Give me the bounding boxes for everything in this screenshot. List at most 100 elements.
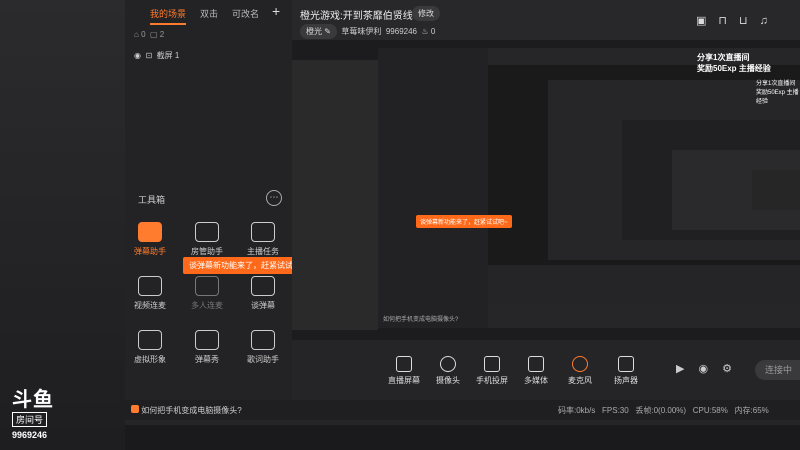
left-margin [0,0,125,450]
speaker-button[interactable]: 扬声器 [604,356,648,386]
camera-button[interactable]: 摄像头 [426,356,470,386]
nested-notice: 分享1次直播间 奖励50Exp 主播经验 [756,78,800,105]
avatar-icon [138,330,162,350]
mobile-cast-button[interactable]: 手机投屏 [470,356,514,386]
pencil-icon[interactable]: ✎ [324,27,331,36]
tool-label: 主播任务 [247,247,279,256]
start-stream-button[interactable]: 连接中 [755,360,800,380]
tab-my-scene[interactable]: 我的场景 [150,7,187,25]
preview-content [292,40,800,340]
edit-title-button[interactable]: 修改 [412,6,440,21]
tool-lyrics[interactable]: 歌词助手 [236,330,290,365]
lock-icon[interactable]: ⊡ [145,51,152,60]
scene-count-a: 0 [141,30,146,39]
task-icon [251,222,275,242]
tab-double-click[interactable]: 双击 [200,7,218,25]
nested-notice-line2: 奖励50Exp 主播经验 [756,90,799,105]
tool-label: 扬声器 [614,376,638,385]
memory-usage: 内存:65% [734,406,769,415]
nested-notice-line1: 分享1次直播间 [756,81,796,87]
header-icons: ▣⊓⊔♫ [696,14,780,27]
tool-danmu[interactable]: 弹幕助手 [123,222,177,257]
lock-icon[interactable]: ⊓ [718,15,739,27]
speaker-icon [618,356,634,372]
speaker-small-icon [131,405,139,413]
monitor-icon [396,356,412,372]
category-name: 橙光 [306,27,322,36]
fire-icon: ♨ [421,27,429,36]
bell-icon[interactable]: ♫ [760,15,780,27]
tool-label: 弹幕秀 [195,355,219,364]
tool-label: 手机投屏 [476,376,508,385]
settings-icon[interactable]: ⚙ [722,363,746,375]
video-link-icon [138,276,162,296]
nested-tip-text: 谈弹幕新功能来了，赶紧试试吧~ [420,220,508,226]
tool-label: 多人连麦 [191,301,223,310]
tool-label: 弹幕助手 [134,247,166,256]
notice-line1: 分享1次直播间 [697,53,750,62]
status-hint[interactable]: 如何把手机变成电脑摄像头? [131,405,242,416]
eye-icon[interactable]: ◉ [134,51,141,60]
nested-tip: 谈弹幕新功能来了，赶紧试试吧~ [416,215,512,228]
stream-preview [292,40,800,340]
tab-rename[interactable]: 可改名 [232,7,259,25]
tool-video-link[interactable]: 视频连麦 [123,276,177,311]
add-scene-icon[interactable]: + [272,3,280,19]
user-icon [195,222,219,242]
play-icon [528,356,544,372]
logo-brand: 斗鱼 [12,389,54,411]
eye-icon[interactable]: ◉ [698,363,722,375]
phone-icon [484,356,500,372]
scene-count-b: 2 [159,30,165,39]
scene-tabs: 我的场景 双击 可改名 [150,7,259,25]
tool-label: 视频连麦 [134,301,166,310]
room-id: 9969246 [385,27,417,36]
douyu-logo: 斗鱼 房间号 9969246 [12,390,62,440]
tool-label: 歌词助手 [247,355,279,364]
source-row[interactable]: ◉ ⊡ 截屏 1 [134,50,179,61]
extra-icons: ▶◉⚙ [676,362,746,375]
tool-label: 房管助手 [191,247,223,256]
tool-multi-link[interactable]: 多人连麦 [180,276,234,311]
stream-title: 橙光游戏:开到茶靡伯贤线 [300,11,413,22]
talk-icon [251,276,275,296]
microphone-button[interactable]: 麦克风 [558,356,602,386]
danmu-icon [138,222,162,242]
toolbox-title: 工具箱 [138,195,166,205]
tool-talk-danmu[interactable]: 谈弹幕 [236,276,290,311]
heat-count: 0 [430,27,436,36]
tool-danmu-show[interactable]: 弹幕秀 [180,330,234,365]
media-button[interactable]: 多媒体 [514,356,558,386]
tool-label: 摄像头 [436,376,460,385]
record-icon[interactable]: ▶ [676,363,698,375]
download-icon [195,276,219,296]
unlock-icon[interactable]: ⊔ [739,15,760,27]
gift-icon[interactable]: ▣ [696,15,718,27]
logo-tag: 房间号 [12,412,48,427]
streamer-name: 草莓味伊利 [341,27,382,36]
nested-hint: 如何把手机变成电脑摄像头? [383,317,459,323]
camera-icon [440,356,456,372]
tool-label: 直播屏幕 [388,376,420,385]
stream-stats: 码率:0kb/s FPS:30 丢帧:0(0.00%) CPU:58% 内存:6… [558,405,769,416]
notice-line2: 奖励50Exp 主播经验 [697,64,771,73]
tool-avatar[interactable]: 虚拟形象 [123,330,177,365]
tool-label: 麦克风 [568,376,592,385]
tool-label: 多媒体 [524,376,548,385]
mic-icon [572,356,588,372]
more-icon[interactable]: ⋯ [266,190,282,206]
screen-button[interactable]: 直播屏幕 [382,356,426,386]
bitrate: 码率:0kb/s [558,406,596,415]
tool-label: 虚拟形象 [134,355,166,364]
tool-label: 谈弹幕 [251,301,275,310]
scene-toolbar: ⌂ 0 ▢ 2 [134,30,165,39]
hint-text: 如何把手机变成电脑摄像头? [141,406,242,415]
tv-icon [195,330,219,350]
share-notice: 分享1次直播间 奖励50Exp 主播经验 [697,52,797,74]
fps: FPS:30 [602,406,629,415]
header-meta: 橙光 ✎ 草莓味伊利 9969246 ♨ 0 [300,24,435,39]
cpu-usage: CPU:58% [692,406,728,415]
tool-room-admin[interactable]: 房管助手 [180,222,234,257]
tool-tasks[interactable]: 主播任务 [236,222,290,257]
category-badge[interactable]: 橙光 ✎ [300,24,337,39]
